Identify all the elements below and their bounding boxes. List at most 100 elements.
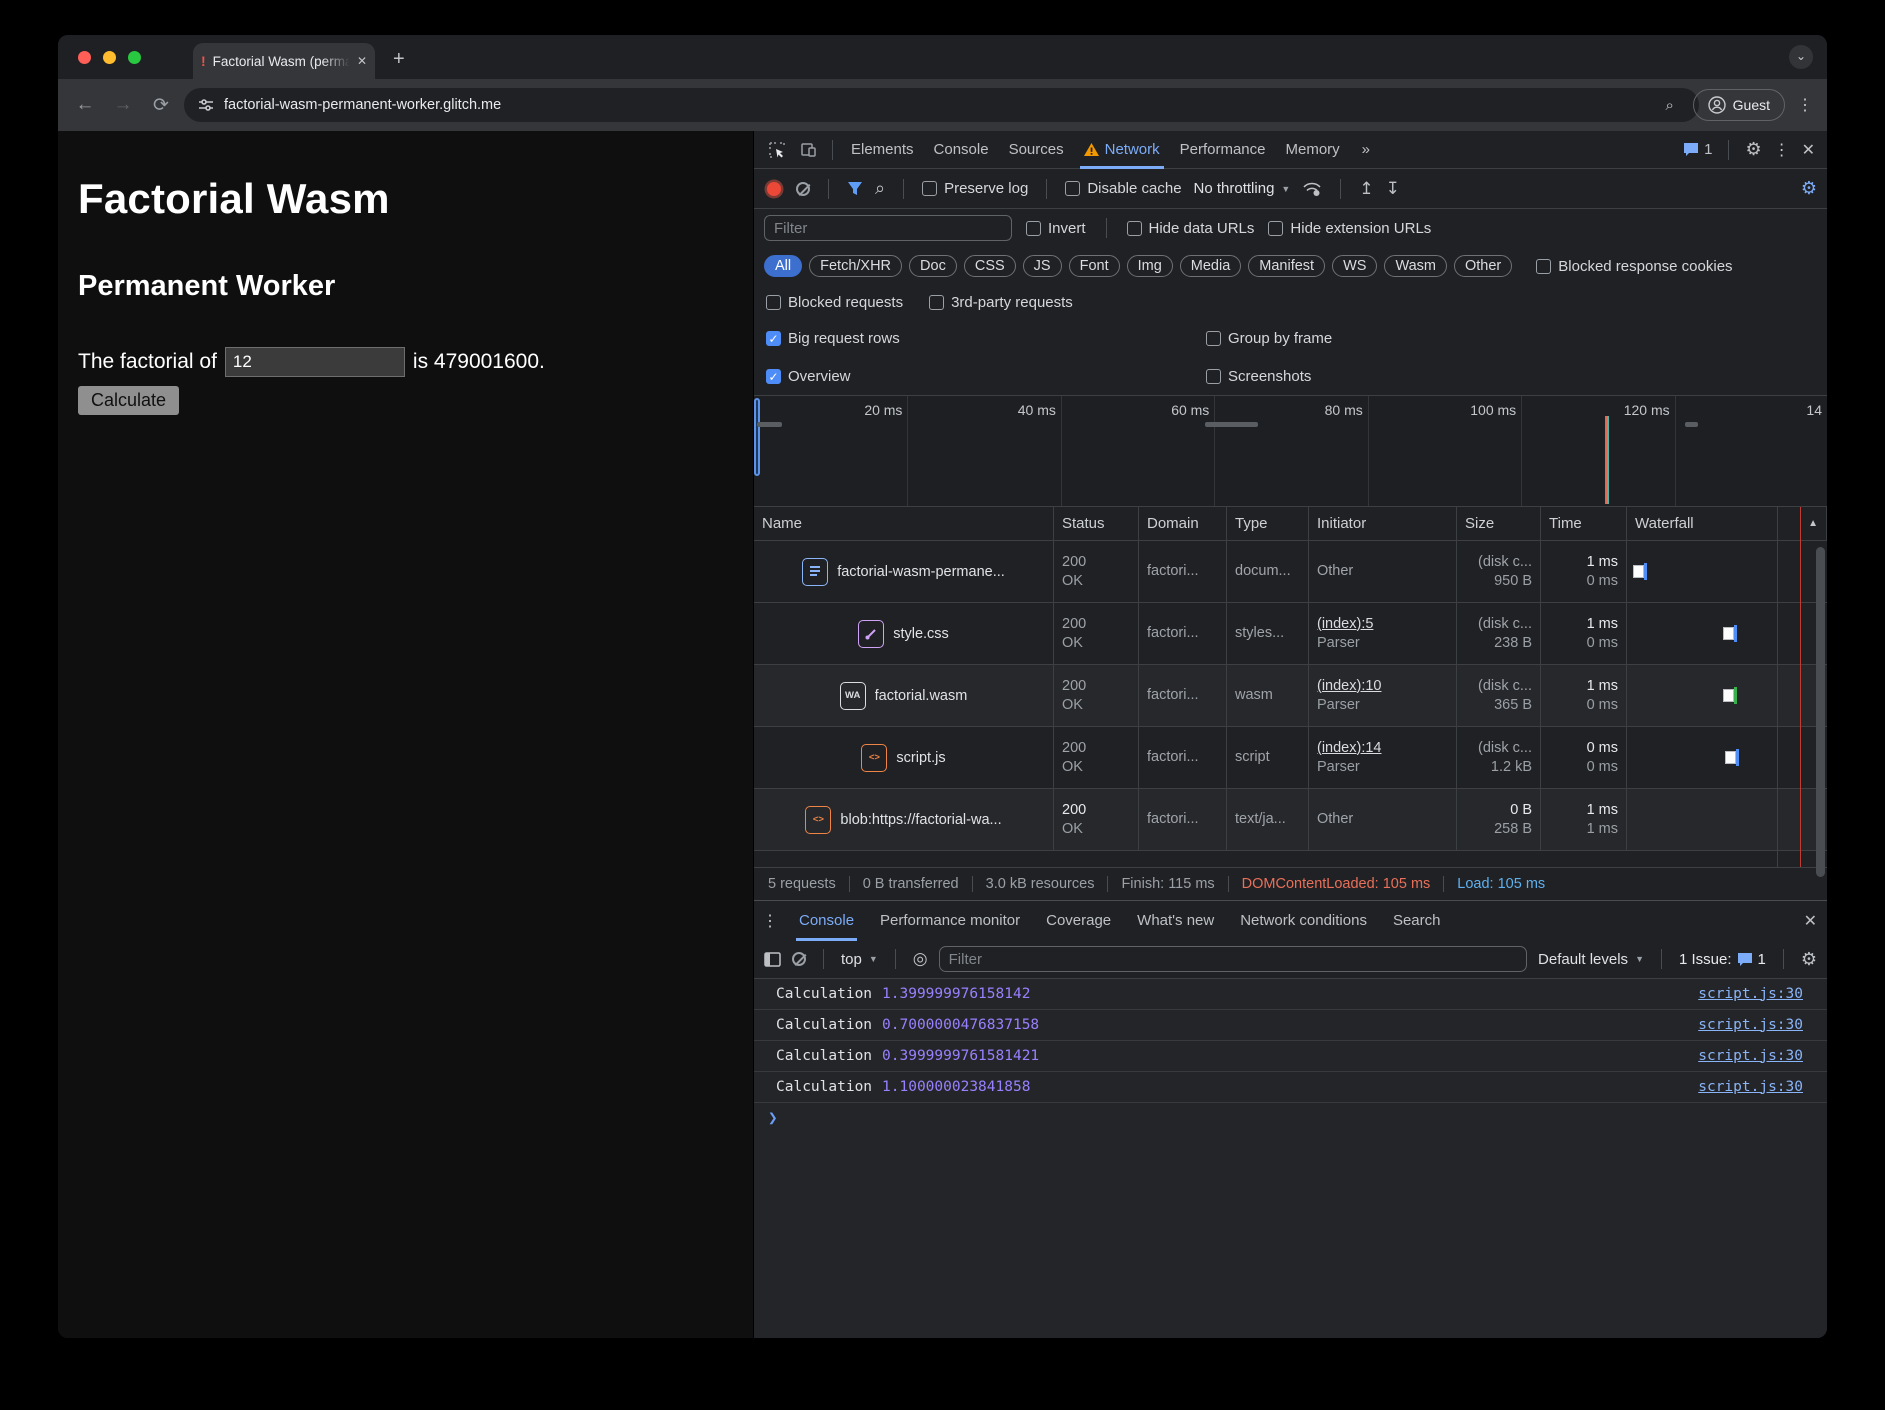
table-row[interactable]: <>blob:https://factorial-wa...200OKfacto… xyxy=(754,789,1827,851)
clear-console-icon[interactable] xyxy=(792,952,806,966)
throttling-select[interactable]: No throttling▼ xyxy=(1194,180,1291,197)
drawer-tab-network-conditions[interactable]: Network conditions xyxy=(1227,900,1380,941)
filter-chip-manifest[interactable]: Manifest xyxy=(1248,255,1325,277)
tab-close-icon[interactable]: ✕ xyxy=(357,54,367,68)
disable-cache-checkbox[interactable]: Disable cache xyxy=(1065,180,1181,197)
console-message[interactable]: Calculation1.100000023841858script.js:30 xyxy=(754,1072,1827,1103)
console-message[interactable]: Calculation0.7000000476837158script.js:3… xyxy=(754,1010,1827,1041)
console-source-link[interactable]: script.js:30 xyxy=(1698,1017,1803,1033)
log-levels-select[interactable]: Default levels▼ xyxy=(1538,951,1644,968)
tab-network[interactable]: Network xyxy=(1074,131,1170,169)
tab-search-chevron-icon[interactable]: ⌄ xyxy=(1789,45,1813,69)
column-header-domain[interactable]: Domain xyxy=(1139,507,1227,540)
request-name[interactable]: blob:https://factorial-wa... xyxy=(840,812,1001,828)
drawer-tab-coverage[interactable]: Coverage xyxy=(1033,900,1124,941)
initiator-link[interactable]: (index):5 xyxy=(1317,615,1448,634)
screenshots-checkbox[interactable]: Screenshots xyxy=(1206,368,1311,385)
filter-chip-media[interactable]: Media xyxy=(1180,255,1242,277)
device-toolbar-icon[interactable] xyxy=(794,137,824,163)
column-header-waterfall[interactable]: Waterfall▲ xyxy=(1627,507,1827,540)
column-header-name[interactable]: Name xyxy=(754,507,1054,540)
table-row[interactable]: factorial-wasm-permane...200OKfactori...… xyxy=(754,541,1827,603)
filter-chip-img[interactable]: Img xyxy=(1127,255,1173,277)
console-source-link[interactable]: script.js:30 xyxy=(1698,986,1803,1002)
column-header-size[interactable]: Size xyxy=(1457,507,1541,540)
console-source-link[interactable]: script.js:30 xyxy=(1698,1048,1803,1064)
console-source-link[interactable]: script.js:30 xyxy=(1698,1079,1803,1095)
console-message[interactable]: Calculation1.399999976158142script.js:30 xyxy=(754,979,1827,1010)
drawer-tab-search[interactable]: Search xyxy=(1380,900,1454,941)
column-header-type[interactable]: Type xyxy=(1227,507,1309,540)
network-scrollbar[interactable] xyxy=(1816,547,1825,877)
drawer-menu-icon[interactable]: ⋮ xyxy=(760,911,780,931)
group-by-frame-checkbox[interactable]: Group by frame xyxy=(1206,330,1332,347)
export-har-icon[interactable]: ↧ xyxy=(1386,179,1400,199)
forward-button[interactable]: → xyxy=(108,94,138,116)
filter-chip-doc[interactable]: Doc xyxy=(909,255,957,277)
sort-arrow-icon[interactable]: ▲ xyxy=(1808,518,1818,529)
blocked-requests-checkbox[interactable]: Blocked requests xyxy=(766,294,903,311)
calculate-button[interactable]: Calculate xyxy=(78,386,179,415)
column-header-initiator[interactable]: Initiator xyxy=(1309,507,1457,540)
inspect-element-icon[interactable] xyxy=(762,137,792,163)
profile-button[interactable]: Guest xyxy=(1693,89,1785,121)
request-name[interactable]: script.js xyxy=(896,750,945,766)
browser-tab[interactable]: ! Factorial Wasm (permanent W ✕ xyxy=(193,43,375,79)
filter-chip-other[interactable]: Other xyxy=(1454,255,1512,277)
filter-chip-all[interactable]: All xyxy=(764,255,802,277)
tab-sources[interactable]: Sources xyxy=(999,131,1074,169)
reload-button[interactable]: ⟳ xyxy=(146,94,176,117)
filter-chip-ws[interactable]: WS xyxy=(1332,255,1377,277)
browser-menu-icon[interactable]: ⋮ xyxy=(1795,95,1815,115)
overview-checkbox[interactable]: ✓Overview xyxy=(766,368,1206,385)
filter-chip-wasm[interactable]: Wasm xyxy=(1384,255,1447,277)
request-name[interactable]: factorial.wasm xyxy=(875,688,968,704)
clear-network-log-icon[interactable] xyxy=(796,182,810,196)
back-button[interactable]: ← xyxy=(70,94,100,116)
tab-elements[interactable]: Elements xyxy=(841,131,924,169)
hide-data-urls-checkbox[interactable]: Hide data URLs xyxy=(1127,220,1255,237)
minimize-window-button[interactable] xyxy=(103,51,116,64)
invert-checkbox[interactable]: Invert xyxy=(1026,220,1086,237)
devtools-menu-icon[interactable]: ⋮ xyxy=(1772,140,1792,160)
timeline-scroll-handle[interactable] xyxy=(754,398,760,476)
hide-extension-urls-checkbox[interactable]: Hide extension URLs xyxy=(1268,220,1431,237)
console-filter-input[interactable] xyxy=(939,946,1527,972)
table-row[interactable]: WAfactorial.wasm200OKfactori...wasm(inde… xyxy=(754,665,1827,727)
issues-counter[interactable]: 1 xyxy=(1683,141,1712,158)
console-prompt-icon[interactable]: ❯ xyxy=(768,1108,778,1127)
search-network-icon[interactable]: ⌕ xyxy=(875,178,885,199)
big-request-rows-checkbox[interactable]: ✓Big request rows xyxy=(766,330,1206,347)
preserve-log-checkbox[interactable]: Preserve log xyxy=(922,180,1028,197)
filter-chip-js[interactable]: JS xyxy=(1023,255,1062,277)
tab-console[interactable]: Console xyxy=(924,131,999,169)
column-header-status[interactable]: Status xyxy=(1054,507,1139,540)
console-message[interactable]: Calculation0.3999999761581421script.js:3… xyxy=(754,1041,1827,1072)
console-sidebar-icon[interactable] xyxy=(764,952,781,967)
filter-chip-css[interactable]: CSS xyxy=(964,255,1016,277)
blocked-response-cookies-checkbox[interactable]: Blocked response cookies xyxy=(1536,258,1732,275)
new-tab-button[interactable]: + xyxy=(393,48,405,71)
third-party-requests-checkbox[interactable]: 3rd-party requests xyxy=(929,294,1073,311)
site-settings-icon[interactable] xyxy=(198,97,214,113)
drawer-tab-performance-monitor[interactable]: Performance monitor xyxy=(867,900,1033,941)
zoom-icon[interactable]: ⌕ xyxy=(1655,90,1685,120)
tab-performance[interactable]: Performance xyxy=(1170,131,1276,169)
table-row[interactable]: style.css200OKfactori...styles...(index)… xyxy=(754,603,1827,665)
devtools-settings-icon[interactable]: ⚙ xyxy=(1745,139,1761,160)
address-bar[interactable]: factorial-wasm-permanent-worker.glitch.m… xyxy=(184,88,1699,122)
drawer-tab-what-s-new[interactable]: What's new xyxy=(1124,900,1227,941)
initiator-link[interactable]: (index):10 xyxy=(1317,677,1448,696)
factorial-input[interactable] xyxy=(225,347,405,377)
maximize-window-button[interactable] xyxy=(128,51,141,64)
initiator-link[interactable]: (index):14 xyxy=(1317,739,1448,758)
drawer-tab-console[interactable]: Console xyxy=(786,900,867,941)
console-settings-icon[interactable]: ⚙ xyxy=(1801,949,1817,970)
table-row[interactable]: <>script.js200OKfactori...script(index):… xyxy=(754,727,1827,789)
more-tabs-button[interactable]: » xyxy=(1352,131,1380,169)
devtools-close-icon[interactable]: ✕ xyxy=(1802,140,1815,160)
tab-memory[interactable]: Memory xyxy=(1276,131,1350,169)
column-header-time[interactable]: Time xyxy=(1541,507,1627,540)
close-window-button[interactable] xyxy=(78,51,91,64)
network-overview-timeline[interactable]: 20 ms40 ms60 ms80 ms100 ms120 ms14 xyxy=(754,395,1827,507)
